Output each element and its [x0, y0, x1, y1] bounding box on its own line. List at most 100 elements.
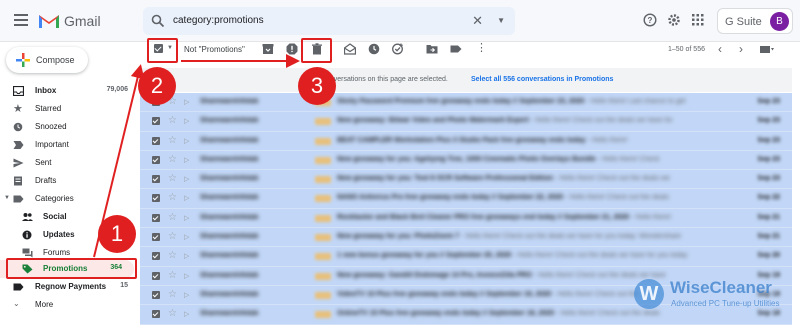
email-row[interactable]: ☆ ▷ Sharewarelnfolab New giveaway: Bitwar V… — [140, 112, 792, 132]
more-vertical-icon[interactable]: ⋮ — [476, 41, 488, 54]
row-checkbox[interactable] — [152, 213, 160, 222]
sidebar-item-social[interactable]: Social — [0, 208, 140, 226]
row-snippet: - Hello there! Last chance to get — [584, 98, 686, 105]
gear-icon[interactable] — [667, 13, 681, 27]
newer-page-icon[interactable]: › — [739, 42, 743, 56]
row-checkbox[interactable] — [152, 271, 160, 280]
row-date: Sep 23 — [757, 175, 780, 183]
row-date: Sep 23 — [757, 98, 780, 105]
star-icon[interactable]: ☆ — [168, 289, 177, 300]
important-marker-icon[interactable]: ▷ — [184, 137, 189, 145]
older-page-icon[interactable]: ‹ — [718, 42, 722, 56]
select-all-conversations-link[interactable]: Select all 556 conversations in Promotio… — [471, 76, 613, 83]
email-row[interactable]: ☆ ▷ Sharewarelnfolab New giveaway for you: … — [140, 228, 792, 248]
important-marker-icon[interactable]: ▷ — [184, 194, 189, 202]
email-row[interactable]: ☆ ▷ Sharewarelnfolab NANO Antivirus Pro fre… — [140, 189, 792, 209]
report-spam-icon[interactable] — [286, 43, 298, 55]
row-checkbox[interactable] — [152, 155, 160, 164]
important-marker-icon[interactable]: ▷ — [184, 291, 189, 299]
star-icon[interactable]: ☆ — [168, 96, 177, 107]
add-to-tasks-icon[interactable] — [392, 43, 404, 55]
important-marker-icon[interactable]: ▷ — [184, 214, 189, 222]
important-marker-icon[interactable]: ▷ — [184, 272, 189, 280]
email-row[interactable]: ☆ ▷ Sharewarelnfolab BEAT CAMPLER Workstati… — [140, 131, 792, 151]
sidebar-item-regnow-payments[interactable]: Regnow Payments 15 — [0, 278, 140, 296]
row-checkbox[interactable] — [152, 117, 160, 126]
star-icon[interactable]: ☆ — [168, 250, 177, 261]
important-marker-icon[interactable]: ▷ — [184, 310, 189, 318]
important-marker-icon[interactable]: ▷ — [184, 156, 189, 164]
sidebar-item-sent[interactable]: Sent — [0, 154, 140, 172]
important-marker-icon[interactable]: ▷ — [184, 252, 189, 260]
email-row[interactable]: ☆ ▷ Sharewarelnfolab Rocktastor and Black B… — [140, 208, 792, 229]
important-marker-icon[interactable]: ▷ — [184, 117, 189, 125]
important-marker-icon[interactable]: ▷ — [184, 233, 189, 241]
sidebar-item-drafts[interactable]: Drafts — [0, 172, 140, 190]
row-checkbox[interactable] — [152, 194, 160, 203]
select-dropdown-icon[interactable]: ▼ — [167, 45, 173, 51]
row-sender: Sharewarelnfolab — [200, 252, 259, 260]
sidebar-item-inbox[interactable]: Inbox 79,006 — [0, 82, 140, 100]
star-icon[interactable]: ☆ — [168, 192, 177, 203]
gsuite-account-button[interactable]: G Suite B — [717, 8, 793, 34]
row-sender: Sharewarelnfolab — [200, 213, 259, 221]
sidebar-item-starred[interactable]: ★ Starred — [0, 100, 140, 118]
email-row[interactable]: ☆ ▷ Sharewarelnfolab New giveaway for you: … — [140, 170, 792, 190]
row-checkbox[interactable] — [152, 175, 160, 184]
star-icon[interactable]: ☆ — [168, 308, 177, 319]
compose-button[interactable]: Compose — [6, 47, 88, 73]
row-checkbox[interactable] — [152, 310, 160, 319]
email-row[interactable]: ☆ ▷ Sharewarelnfolab 1 new bonus giveaway f… — [140, 247, 792, 267]
compose-plus-icon — [16, 53, 30, 67]
search-icon[interactable] — [151, 14, 165, 28]
expand-arrow-icon[interactable]: ▼ — [4, 195, 10, 201]
help-icon[interactable]: ? — [643, 13, 657, 27]
important-marker-icon[interactable]: ▷ — [184, 98, 189, 106]
email-row[interactable]: ☆ ▷ Sharewarelnfolab New giveaway for you: … — [140, 150, 792, 171]
row-checkbox[interactable] — [152, 98, 160, 106]
star-icon[interactable]: ☆ — [168, 115, 177, 126]
star-icon[interactable]: ☆ — [168, 270, 177, 281]
row-checkbox[interactable] — [152, 233, 160, 242]
search-input[interactable]: category:promotions — [173, 15, 264, 26]
avatar[interactable]: B — [770, 12, 789, 31]
snooze-icon[interactable] — [368, 43, 380, 55]
density-toggle-icon[interactable] — [760, 46, 774, 53]
sidebar-item-more[interactable]: ⌄ More — [0, 296, 140, 314]
select-all-checkbox[interactable] — [154, 44, 163, 53]
unread-count: 364 — [110, 264, 122, 271]
search-options-icon[interactable]: ▼ — [497, 16, 505, 25]
important-marker-icon[interactable]: ▷ — [184, 175, 189, 183]
star-icon[interactable]: ☆ — [168, 231, 177, 242]
sidebar-item-important[interactable]: Important — [0, 136, 140, 154]
archive-icon[interactable] — [262, 43, 274, 55]
sidebar-item-categories[interactable]: ▼ Categories — [0, 190, 140, 208]
chevron-down-icon: ⌄ — [13, 299, 20, 308]
inbox-icon — [13, 86, 24, 96]
star-icon[interactable]: ☆ — [168, 173, 177, 184]
row-checkbox[interactable] — [152, 252, 160, 261]
sidebar-item-updates[interactable]: Updates — [0, 226, 140, 244]
star-icon[interactable]: ☆ — [168, 154, 177, 165]
row-checkbox[interactable] — [152, 290, 160, 299]
sidebar-item-snoozed[interactable]: Snoozed — [0, 118, 140, 136]
clear-search-icon[interactable]: ✕ — [472, 13, 483, 29]
row-checkbox[interactable] — [152, 136, 160, 145]
email-row[interactable]: ☆ ▷ Sharewarelnfolab Sticky Password Premiu… — [140, 93, 792, 113]
star-icon[interactable]: ☆ — [168, 135, 177, 146]
row-sender: Sharewarelnfolab — [200, 155, 259, 163]
not-promotions-button[interactable]: Not "Promotions" — [184, 45, 245, 54]
row-date: Sep 22 — [757, 194, 780, 202]
labels-icon[interactable] — [450, 43, 462, 55]
apps-grid-icon[interactable] — [692, 14, 704, 26]
row-subject-snippet: New giveaway: Bitwar Video and Photo Wat… — [337, 117, 747, 124]
delete-icon[interactable] — [311, 43, 323, 55]
mark-as-read-icon[interactable] — [344, 43, 356, 55]
search-bar[interactable]: category:promotions ✕ ▼ — [143, 7, 515, 35]
main-menu-icon[interactable] — [14, 14, 28, 26]
sidebar-item-promotions[interactable]: Promotions 364 — [0, 260, 134, 278]
row-label-tag — [315, 291, 331, 299]
star-icon[interactable]: ☆ — [168, 212, 177, 223]
gmail-logo-icon[interactable] — [38, 12, 60, 29]
move-to-icon[interactable] — [426, 43, 438, 55]
